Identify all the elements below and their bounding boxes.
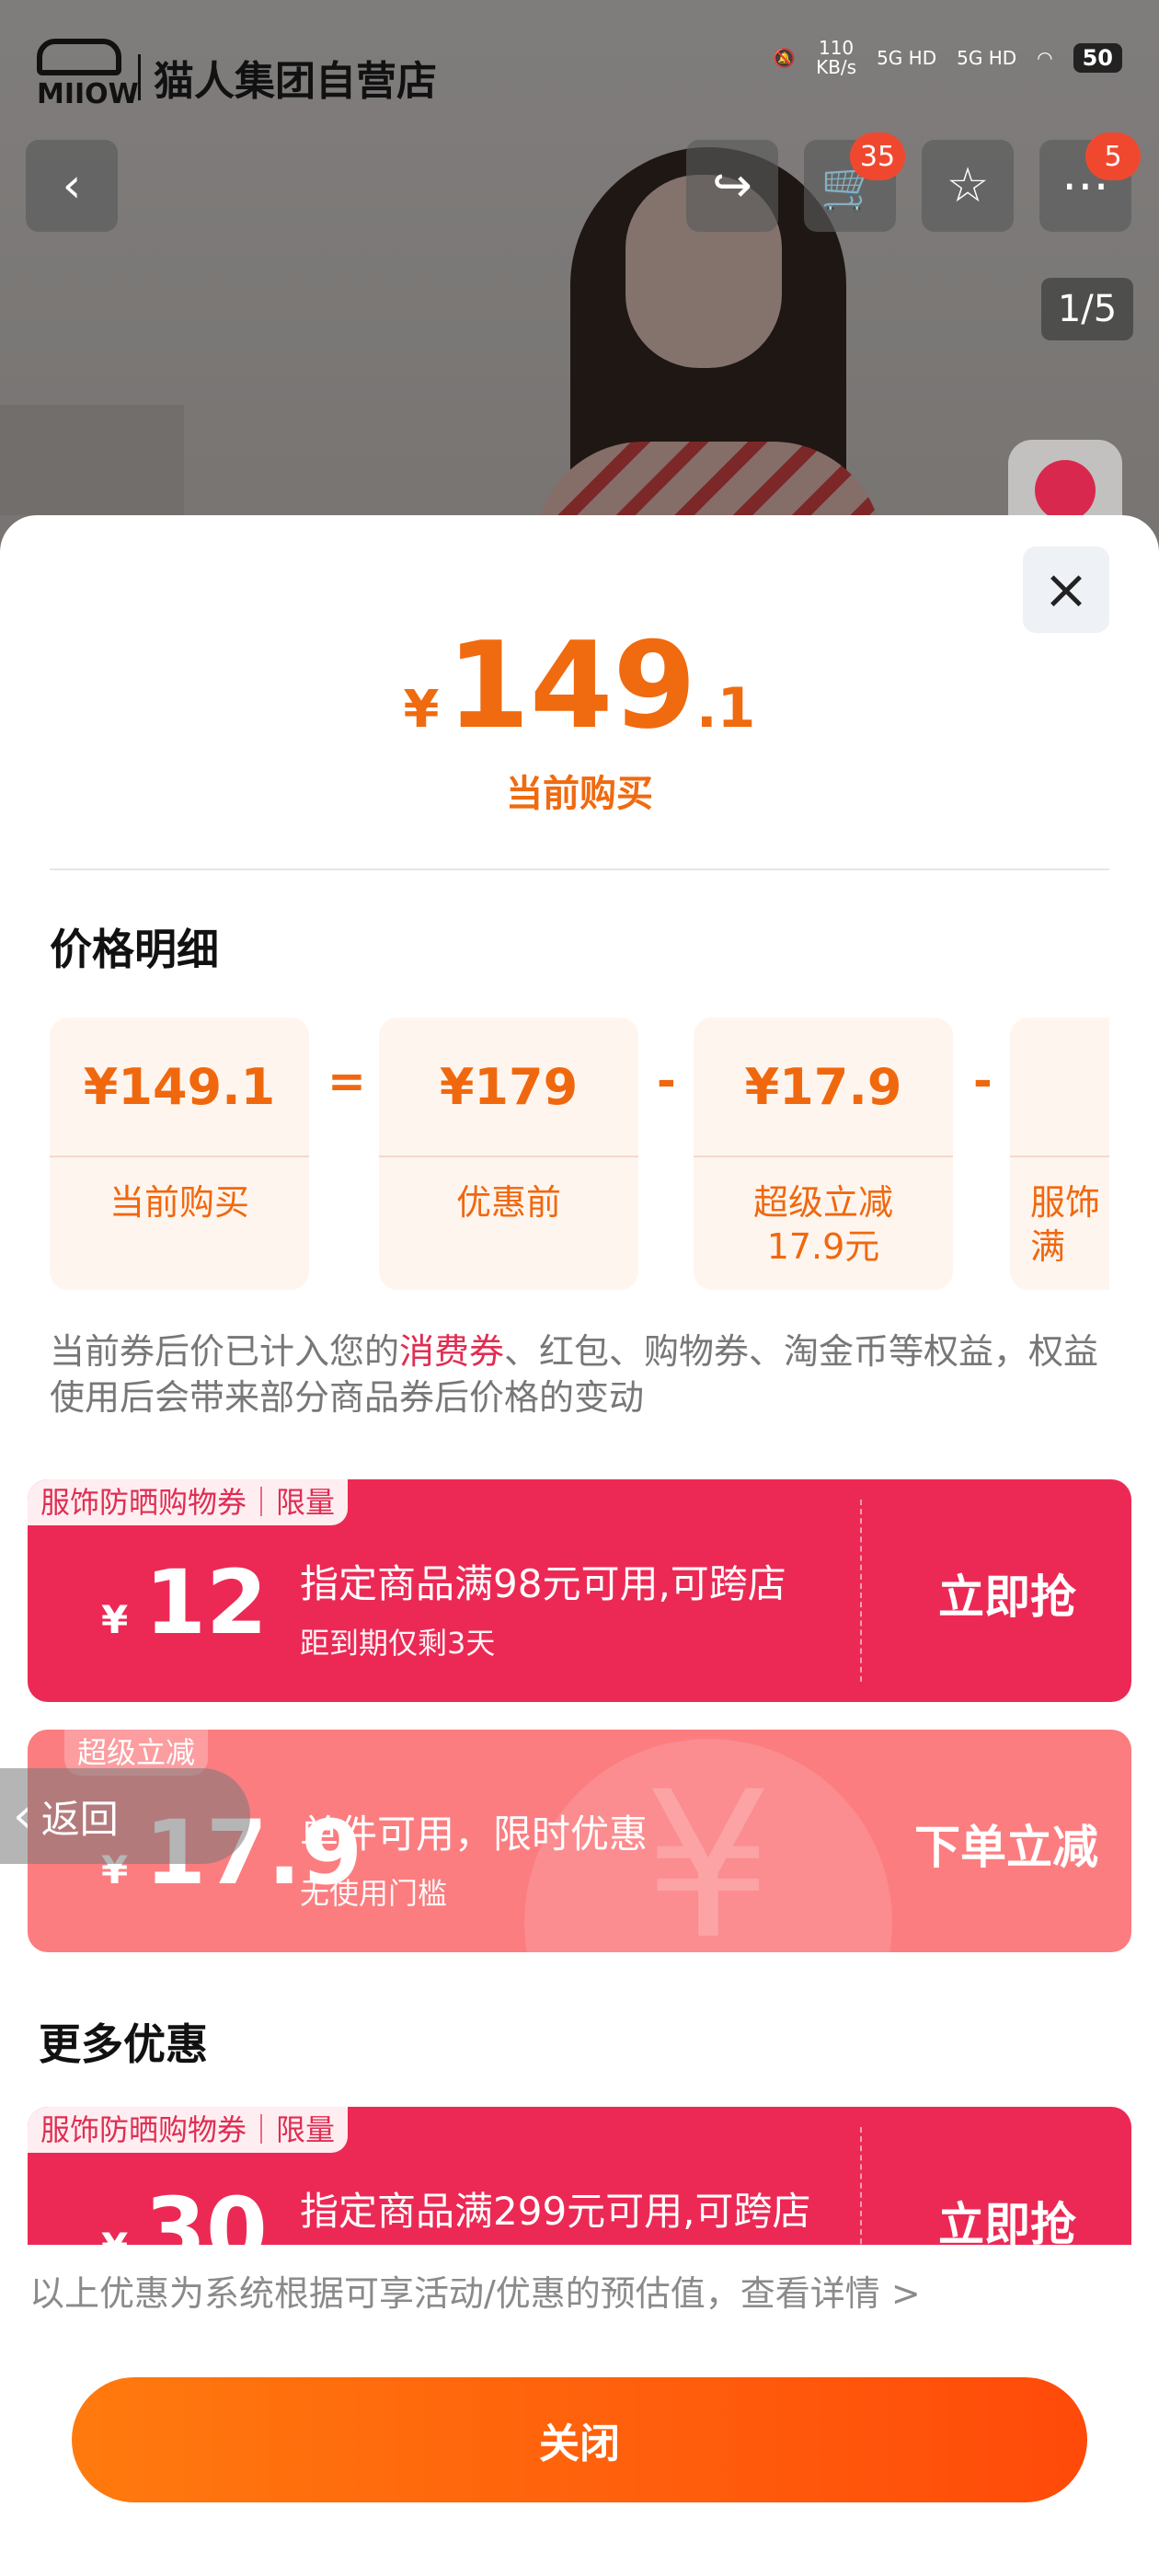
status-icons: 🔕 110 KB/s 5G HD 5G HD ◠ 50 [773,39,1122,77]
mute-icon: 🔕 [773,47,797,69]
share-icon: ↪ [712,158,752,213]
cat-logo-icon [37,39,121,75]
chevron-left-icon: ‹ [62,158,82,213]
estimate-details-link[interactable]: 以上优惠为系统根据可享活动/优惠的预估值，查看详情 > [29,2265,921,2316]
favorite-button[interactable]: ☆ [922,140,1014,232]
coupon-card: 服饰防晒购物券｜限量 ¥ 12 指定商品满98元可用,可跨店 距到期仅剩3天 立… [28,1479,1131,1702]
minus-sign: - [973,1054,993,1108]
store-logo: MIIOW [37,39,139,116]
cart-badge: 35 [850,132,905,180]
live-icon [1035,460,1096,521]
store-brand: MIIOW 猫人集团自营店 [37,39,437,116]
price-note: 当前券后价已计入您的消费券、红包、购物券、淘金币等权益，权益使用后会带来部分商品… [50,1331,1099,1419]
coupon-condition: 指定商品满299元可用,可跨店 [300,2189,811,2234]
battery-indicator: 50 [1073,43,1122,73]
breakdown-card-original: ¥179 优惠前 [379,1018,638,1290]
signal-1: 5G HD [877,47,937,69]
more-offers-title: 更多优惠 [39,2019,208,2069]
coupon-threshold: 无使用门槛 [300,1876,448,1911]
coupon-expiry: 距到期仅剩3天 [300,1626,496,1661]
current-price-label: 当前购买 [506,773,653,815]
coupon-condition: 单件可用，限时优惠 [300,1811,648,1857]
image-pager: 1/5 [1041,278,1133,340]
close-icon: × [1042,558,1090,622]
coupon-tag: 服饰防晒购物券｜限量 [28,2107,349,2153]
minus-sign: - [657,1054,676,1108]
coupon-condition: 指定商品满98元可用,可跨店 [300,1561,786,1606]
breakdown-card-super-discount: ¥17.9 超级立减 17.9元 [694,1018,953,1290]
coupon-amount: ¥ 12 [101,1551,268,1654]
share-button[interactable]: ↪ [686,140,778,232]
star-icon: ☆ [946,158,990,213]
coupon-tag: 服饰防晒购物券｜限量 [28,1479,349,1525]
grab-coupon-button[interactable]: 立即抢 [938,1560,1076,1627]
close-sheet-button[interactable]: × [1023,546,1109,633]
back-button[interactable]: ‹ [26,140,118,232]
equals-sign: = [327,1054,366,1108]
order-discount-button[interactable]: 下单立减 [914,1811,1098,1877]
more-button[interactable]: ⋯ 5 [1039,132,1141,232]
cart-button[interactable]: 🛒 35 [804,132,905,232]
breakdown-title: 价格明细 [50,925,219,974]
wifi-icon: ◠ [1037,47,1053,69]
signal-2: 5G HD [957,47,1017,69]
consumer-coupon-link[interactable]: 消费券 [399,1331,504,1372]
current-price: ¥ 149 .1 当前购买 [0,626,1159,817]
chevron-left-icon: ‹ [13,1788,32,1844]
breakdown-card-coupon: 服饰 满 [1010,1018,1109,1290]
store-title: 猫人集团自营店 [154,58,437,105]
price-breakdown: ¥149.1 当前购买 = ¥179 优惠前 - ¥17.9 超级立减 17.9… [50,1018,1109,1294]
breakdown-card-current: ¥149.1 当前购买 [50,1018,309,1290]
divider [50,868,1109,870]
status-bar: MIIOW 猫人集团自营店 🔕 110 KB/s 5G HD 5G HD ◠ 5… [37,39,1122,109]
message-badge: 5 [1085,132,1141,180]
return-float-button[interactable]: ‹ 返回 [0,1768,250,1864]
network-speed: 110 KB/s [816,37,857,78]
close-button[interactable]: 关闭 [72,2377,1087,2502]
